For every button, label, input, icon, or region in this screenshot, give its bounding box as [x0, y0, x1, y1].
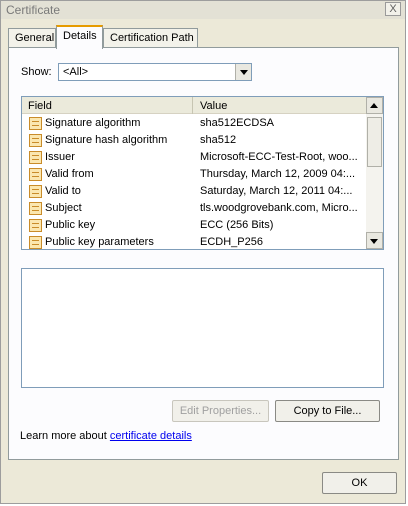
certificate-field-icon — [29, 202, 42, 215]
field-value: Microsoft-ECC-Test-Root, woo... — [200, 151, 358, 163]
tab-general[interactable]: General — [8, 28, 56, 48]
list-item[interactable]: Valid to Saturday, March 12, 2011 04:... — [22, 183, 366, 200]
field-value: sha512 — [200, 134, 237, 146]
vertical-scrollbar[interactable] — [366, 97, 383, 249]
field-name: Public key parameters — [45, 236, 154, 248]
certificate-field-icon — [29, 134, 42, 147]
field-name: Valid to — [45, 185, 81, 197]
copy-to-file-button[interactable]: Copy to File... — [275, 400, 380, 422]
tab-certification-path[interactable]: Certification Path — [103, 28, 198, 48]
list-item[interactable]: Public key parameters ECDH_P256 — [22, 234, 366, 249]
show-label: Show: — [21, 66, 52, 78]
scroll-down-button[interactable] — [366, 232, 383, 249]
certificate-field-icon — [29, 168, 42, 181]
field-name: Issuer — [45, 151, 75, 163]
certificate-field-icon — [29, 219, 42, 232]
list-item[interactable]: Signature algorithm sha512ECDSA — [22, 115, 366, 132]
certificate-field-icon — [29, 117, 42, 130]
show-dropdown[interactable]: <All> — [58, 63, 252, 81]
fields-list[interactable]: Field Value Signature algorithm sha512EC… — [21, 96, 384, 250]
show-dropdown-value: <All> — [63, 66, 89, 78]
field-value: ECDH_P256 — [200, 236, 263, 248]
field-detail-box[interactable] — [21, 268, 384, 388]
certificate-field-icon — [29, 151, 42, 164]
tab-details[interactable]: Details — [56, 25, 103, 49]
certificate-field-icon — [29, 236, 42, 249]
certificate-field-icon — [29, 185, 42, 198]
field-value: tls.woodgrovebank.com, Micro... — [200, 202, 358, 214]
field-value: Thursday, March 12, 2009 04:... — [200, 168, 356, 180]
field-name: Signature algorithm — [45, 117, 141, 129]
window-title: Certificate — [6, 3, 61, 17]
list-item[interactable]: Public key ECC (256 Bits) — [22, 217, 366, 234]
list-item[interactable]: Valid from Thursday, March 12, 2009 04:.… — [22, 166, 366, 183]
field-value: ECC (256 Bits) — [200, 219, 274, 231]
list-rows: Signature algorithm sha512ECDSA Signatur… — [22, 115, 366, 249]
learn-more-text: Learn more about certificate details — [20, 430, 192, 442]
list-item[interactable]: Issuer Microsoft-ECC-Test-Root, woo... — [22, 149, 366, 166]
title-bar: Certificate X — [1, 1, 405, 19]
list-item[interactable]: Subject tls.woodgrovebank.com, Micro... — [22, 200, 366, 217]
scroll-up-button[interactable] — [366, 97, 383, 114]
chevron-down-icon[interactable] — [235, 64, 251, 80]
ok-button[interactable]: OK — [322, 472, 397, 494]
field-name: Valid from — [45, 168, 94, 180]
edit-properties-button[interactable]: Edit Properties... — [172, 400, 269, 422]
close-button[interactable]: X — [385, 2, 401, 16]
scroll-thumb[interactable] — [367, 117, 382, 167]
column-header-field[interactable]: Field — [22, 97, 193, 114]
column-header-value[interactable]: Value — [194, 97, 366, 114]
list-header: Field Value — [22, 97, 366, 114]
field-name: Signature hash algorithm — [45, 134, 168, 146]
field-name: Subject — [45, 202, 82, 214]
list-item[interactable]: Signature hash algorithm sha512 — [22, 132, 366, 149]
certificate-details-link[interactable]: certificate details — [110, 430, 192, 442]
field-value: sha512ECDSA — [200, 117, 274, 129]
field-value: Saturday, March 12, 2011 04:... — [200, 185, 353, 197]
details-panel: Show: <All> Field Value Signature algori… — [8, 47, 399, 460]
learn-more-prefix: Learn more about — [20, 430, 107, 442]
certificate-dialog: Certificate X General Details Certificat… — [0, 0, 406, 504]
field-name: Public key — [45, 219, 96, 231]
